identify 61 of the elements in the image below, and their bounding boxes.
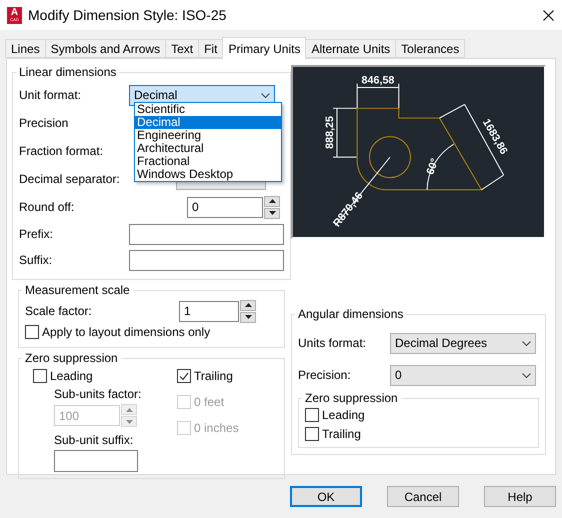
field-label: Units format: [298,336,368,350]
field-label: Precision: [298,368,352,382]
checkbox[interactable] [305,408,319,422]
dropdown-option[interactable]: Decimal [135,116,281,129]
field-label: Fraction format: [19,144,104,158]
checkbox[interactable] [25,325,39,339]
dropdown-option[interactable]: Engineering [135,129,281,142]
field-label: Decimal separator: [19,172,121,186]
group-title: Zero suppression [24,351,119,365]
dialog-button[interactable]: Cancel [387,486,459,507]
group-title: Measurement scale [24,283,131,297]
precision-dropdown[interactable]: 0 [390,364,536,386]
text-field[interactable] [129,250,284,270]
spinner-buttons[interactable] [240,300,256,322]
checkbox-label: Apply to layout dimensions only [42,325,210,339]
tab[interactable]: Text [165,39,200,58]
checkbox-label: Trailing [194,369,233,383]
text-field[interactable] [129,224,284,244]
tab[interactable]: Tolerances [395,39,466,58]
checkbox-label: 0 inches [194,421,239,435]
chevron-down-icon [522,340,531,346]
group-title: Linear dimensions [18,65,118,79]
chevron-down-icon [261,92,270,98]
field-label: Sub-units factor: [54,387,142,401]
dropdown-option[interactable]: Windows Desktop [135,168,281,181]
units-format-dropdown[interactable]: Decimal Degrees [390,332,536,354]
tab[interactable]: Lines [5,39,46,58]
number-field[interactable]: 0 [187,196,263,218]
text-field[interactable] [54,450,138,472]
group-title: Zero suppression [304,391,399,405]
dimension-label: 846,58 [362,74,394,87]
dropdown-option[interactable]: Fractional [135,155,281,168]
tab[interactable]: Primary Units [222,37,306,59]
field-label: Round off: [19,200,76,214]
checkbox[interactable] [177,369,191,383]
field-label: Sub-unit suffix: [54,433,134,447]
tab[interactable]: Symbols and Arrows [44,39,166,58]
field-label: Unit format: [19,88,82,102]
field-label: Scale factor: [25,304,93,318]
tab[interactable]: Alternate Units [305,39,396,58]
checkbox-label: Leading [50,369,93,383]
chevron-down-icon [522,372,531,378]
number-field[interactable]: 1 [179,300,239,322]
group-title: Angular dimensions [297,307,404,321]
checkbox[interactable] [33,369,47,383]
dropdown-option[interactable]: Architectural [135,142,281,155]
checkbox[interactable] [305,426,319,440]
close-icon[interactable] [543,10,554,20]
dialog-button[interactable]: Help [484,486,556,507]
spinner-buttons[interactable] [264,196,280,218]
checkbox-label: Trailing [322,426,361,440]
checkbox-label: Leading [322,408,365,422]
tab[interactable]: Fit [198,39,224,58]
field-label: Suffix: [19,253,54,267]
dimension-label: 888,25 [324,116,336,149]
dropdown-option[interactable]: Scientific [135,103,281,116]
checkbox-label: 0 feet [194,395,224,409]
field-label: Precision [19,116,70,130]
dialog-button[interactable]: OK [290,486,362,507]
field-label: Prefix: [19,227,54,241]
window-title: Modify Dimension Style: ISO-25 [28,7,228,23]
